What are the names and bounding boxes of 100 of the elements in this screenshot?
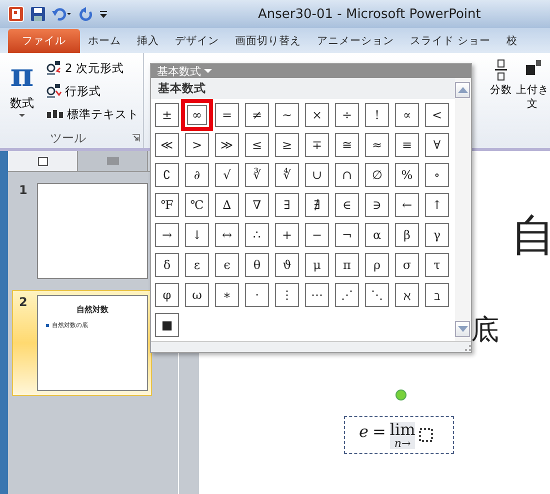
symbol-button[interactable]: ∂ <box>185 163 209 187</box>
symbol-button[interactable]: ⋱ <box>365 283 389 307</box>
ribbon-tab[interactable]: デザイン <box>167 28 227 53</box>
scroll-down-button[interactable] <box>455 321 470 337</box>
ribbon-tab[interactable]: 校 <box>498 28 526 53</box>
slides-tab[interactable] <box>8 151 78 171</box>
symbol-button[interactable]: ≡ <box>395 133 419 157</box>
symbol-button[interactable]: ∈ <box>335 193 359 217</box>
symbol-button[interactable]: ∝ <box>395 103 419 127</box>
symbol-button[interactable]: ∇ <box>245 193 269 217</box>
symbol-button[interactable]: ≫ <box>215 133 239 157</box>
symbol-button[interactable]: ± <box>155 103 179 127</box>
symbol-button[interactable]: ∋ <box>365 193 389 217</box>
symbol-button[interactable]: ℵ <box>395 283 419 307</box>
symbol-button[interactable]: ↓ <box>185 223 209 247</box>
save-icon[interactable] <box>31 7 45 21</box>
symbol-button[interactable]: ∁ <box>155 163 179 187</box>
undo-icon[interactable] <box>52 7 72 21</box>
ribbon-tab[interactable]: 挿入 <box>129 28 167 53</box>
symbol-button[interactable]: ℃ <box>185 193 209 217</box>
symbol-button[interactable]: ≪ <box>155 133 179 157</box>
dialog-launcher-icon[interactable] <box>132 134 140 142</box>
outline-tab[interactable] <box>78 151 148 171</box>
ribbon-tab[interactable]: アニメーション <box>309 28 402 53</box>
symbol-button[interactable]: √ <box>215 163 239 187</box>
symbol-button[interactable]: ∃ <box>275 193 299 217</box>
symbol-button[interactable]: ≠ <box>245 103 269 127</box>
symbol-button[interactable]: γ <box>425 223 449 247</box>
symbol-button[interactable]: ∴ <box>245 223 269 247</box>
slide-thumbnail-row[interactable]: 1 <box>12 178 152 284</box>
symbol-button[interactable]: ⋰ <box>335 283 359 307</box>
ribbon-tab[interactable]: 画面切り替え <box>227 28 309 53</box>
group-label: ツール <box>50 130 86 146</box>
symbol-button[interactable]: ↑ <box>425 193 449 217</box>
symbol-button[interactable]: ϑ <box>275 253 299 277</box>
equation-button[interactable]: π 数式 <box>0 57 44 128</box>
symbol-button[interactable]: > <box>185 133 209 157</box>
symbol-button[interactable]: = <box>215 103 239 127</box>
symbol-button[interactable]: φ <box>155 283 179 307</box>
symbol-button[interactable]: ■ <box>155 313 179 337</box>
customize-icon[interactable] <box>100 9 108 19</box>
symbol-button[interactable]: ~ <box>275 103 299 127</box>
symbol-button[interactable]: → <box>155 223 179 247</box>
symbol-button[interactable]: ∗ <box>215 283 239 307</box>
symbol-button[interactable]: ∞ <box>181 99 213 131</box>
symbol-button[interactable]: ⋮ <box>275 283 299 307</box>
symbol-button[interactable]: ℉ <box>155 193 179 217</box>
ribbon-tab[interactable]: スライド ショー <box>402 28 498 53</box>
symbol-button[interactable]: − <box>305 223 329 247</box>
symbol-button[interactable]: ← <box>395 193 419 217</box>
symbol-button[interactable]: ∩ <box>335 163 359 187</box>
symbol-button[interactable]: ¬ <box>335 223 359 247</box>
scroll-up-button[interactable] <box>455 82 470 98</box>
symbol-button[interactable]: + <box>275 223 299 247</box>
symbol-button[interactable]: μ <box>305 253 329 277</box>
symbol-button[interactable]: % <box>395 163 419 187</box>
symbol-button[interactable]: ∓ <box>305 133 329 157</box>
symbol-button[interactable]: ∆ <box>215 193 239 217</box>
symbol-button[interactable]: ∅ <box>365 163 389 187</box>
ribbon-tab[interactable]: ホーム <box>80 28 129 53</box>
format-button[interactable]: 標準テキスト <box>44 103 141 125</box>
symbol-button[interactable]: ∜ <box>275 163 299 187</box>
slide-thumbnail[interactable] <box>36 183 148 279</box>
symbol-button[interactable]: ∛ <box>245 163 269 187</box>
symbol-button[interactable]: ÷ <box>335 103 359 127</box>
symbol-button[interactable]: ⋯ <box>305 283 329 307</box>
symbol-button[interactable]: σ <box>395 253 419 277</box>
symbol-button[interactable]: τ <box>425 253 449 277</box>
redo-icon[interactable] <box>79 7 93 21</box>
symbol-button[interactable]: ≥ <box>275 133 299 157</box>
symbol-button[interactable]: ↔ <box>215 223 239 247</box>
symbol-button[interactable]: ∪ <box>305 163 329 187</box>
symbol-button[interactable]: ≅ <box>335 133 359 157</box>
symbol-button[interactable]: ∘ <box>425 163 449 187</box>
rotate-handle[interactable] <box>395 389 407 401</box>
format-button[interactable]: 行形式 <box>44 80 141 102</box>
symbol-button[interactable]: θ <box>245 253 269 277</box>
symbol-button[interactable]: ∄ <box>305 193 329 217</box>
symbol-button[interactable]: ω <box>185 283 209 307</box>
fraction-button[interactable]: 分数 <box>489 57 513 148</box>
symbol-button[interactable]: ϵ <box>215 253 239 277</box>
symbol-button[interactable]: β <box>395 223 419 247</box>
symbol-button[interactable]: δ <box>155 253 179 277</box>
symbol-button[interactable]: π <box>335 253 359 277</box>
script-button[interactable]: 上付き 文 <box>515 57 550 148</box>
symbol-button[interactable]: < <box>425 103 449 127</box>
symbol-button[interactable]: ≤ <box>245 133 269 157</box>
symbol-button[interactable]: ≈ <box>365 133 389 157</box>
symbol-button[interactable]: ∀ <box>425 133 449 157</box>
symbol-button[interactable]: α <box>365 223 389 247</box>
symbol-button[interactable]: ℶ <box>425 283 449 307</box>
symbol-button[interactable]: × <box>305 103 329 127</box>
resize-grip-icon[interactable] <box>463 344 471 352</box>
app-icon[interactable] <box>8 6 24 22</box>
symbol-button[interactable]: ρ <box>365 253 389 277</box>
file-tab[interactable]: ファイル <box>8 29 80 53</box>
format-button[interactable]: 2 次元形式 <box>44 57 141 79</box>
symbol-button[interactable]: ! <box>365 103 389 127</box>
symbol-button[interactable]: ε <box>185 253 209 277</box>
symbol-button[interactable]: ⋅ <box>245 283 269 307</box>
